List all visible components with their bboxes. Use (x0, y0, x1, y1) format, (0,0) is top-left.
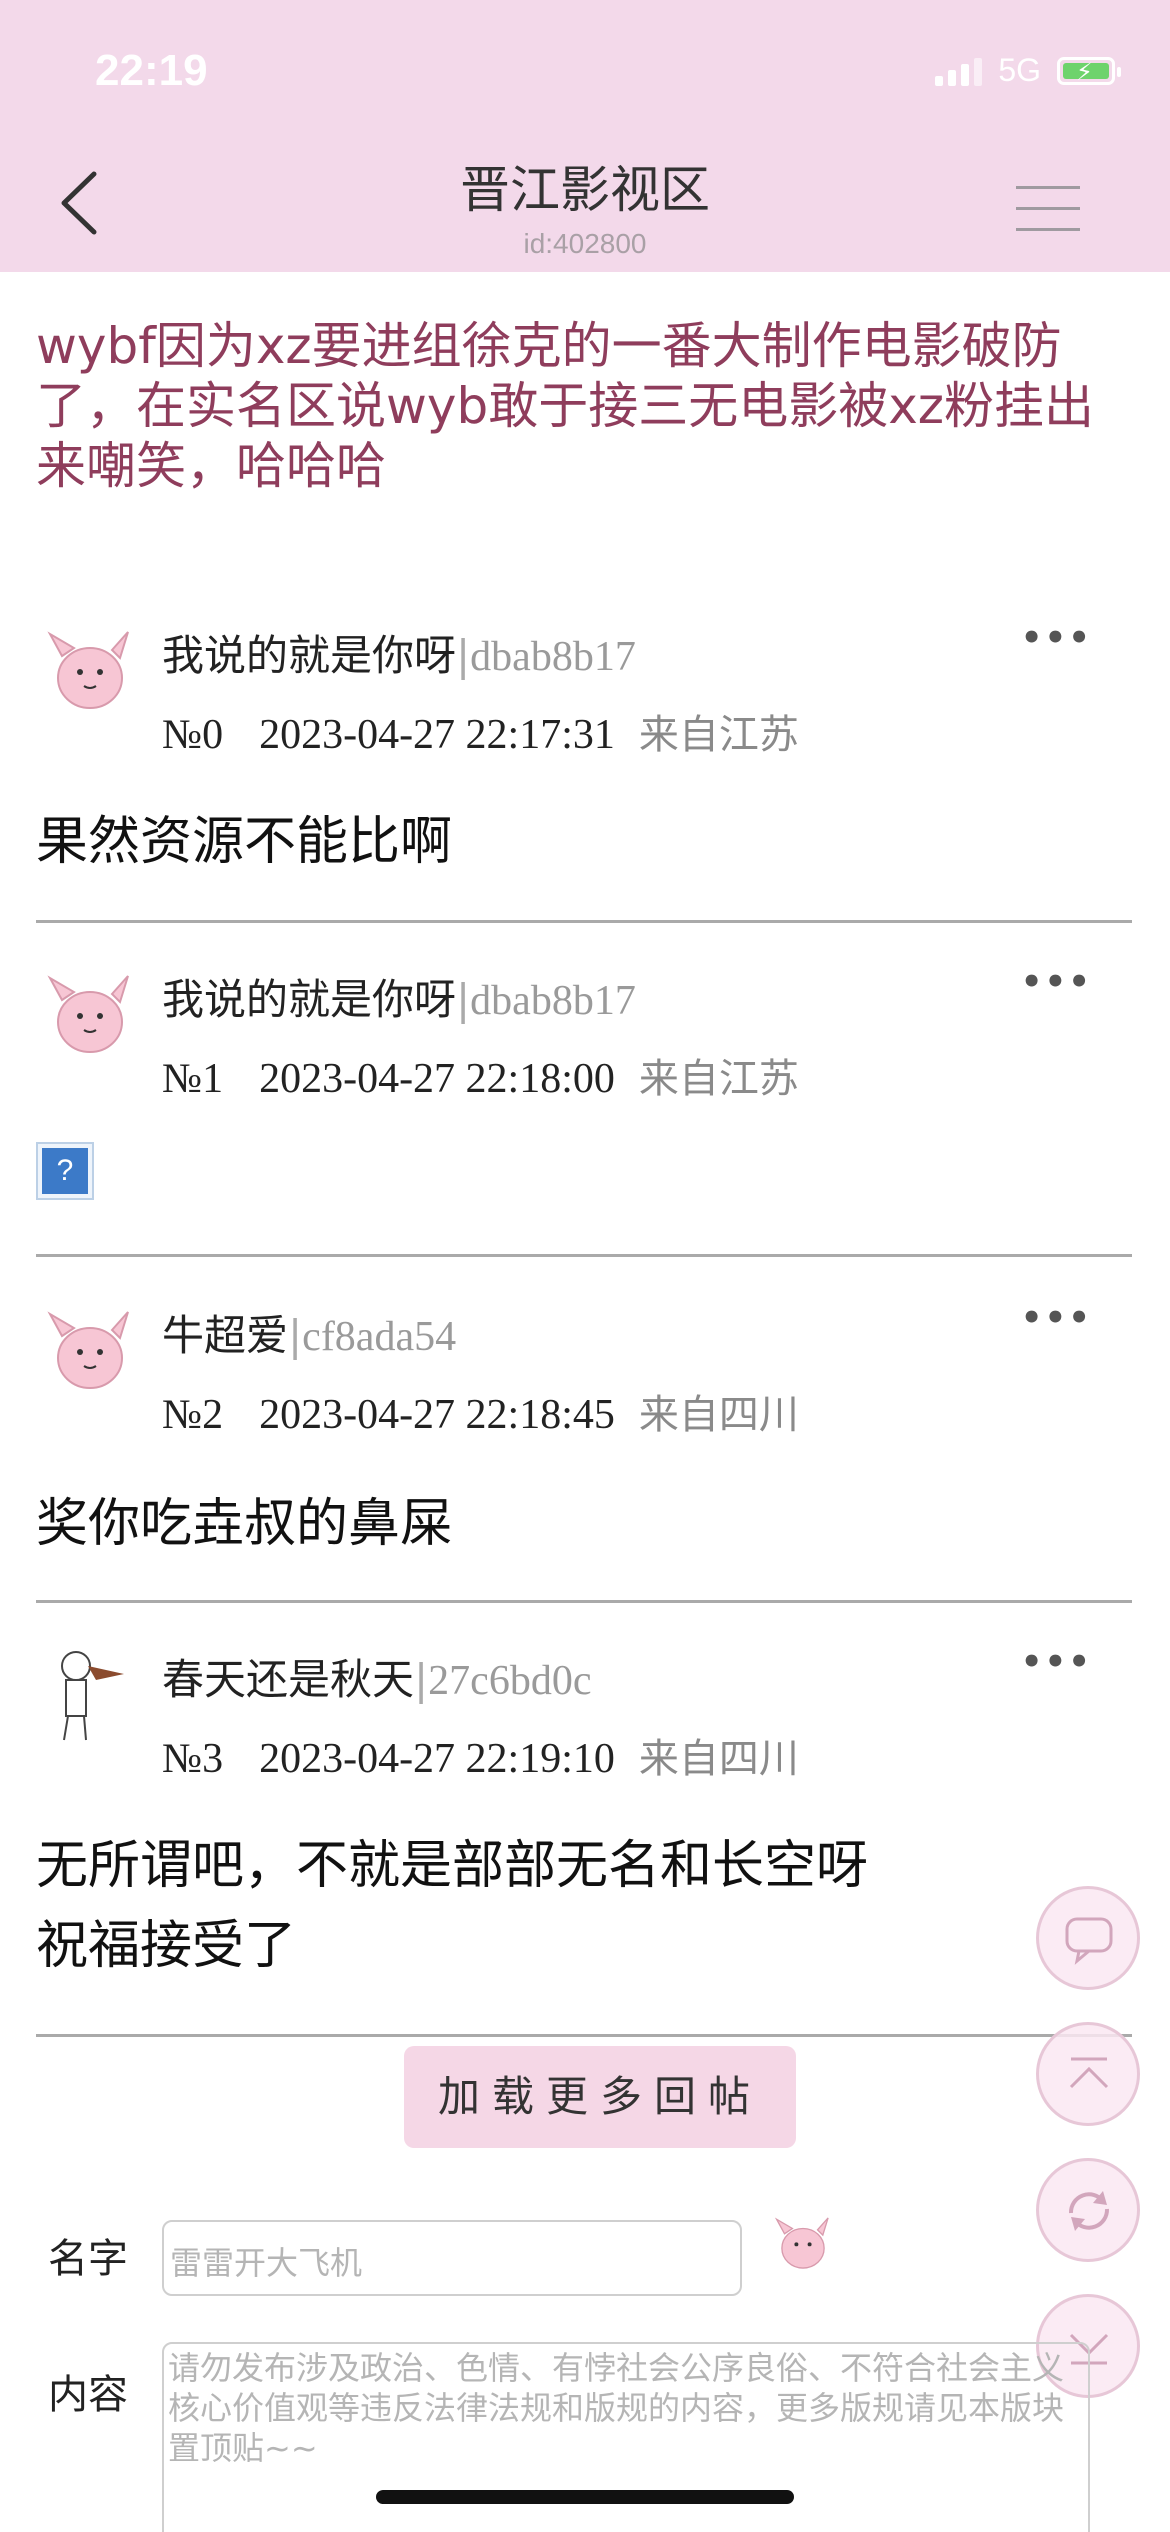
hamburger-menu-icon[interactable] (1016, 186, 1080, 234)
post-content: 奖你吃垚叔的鼻屎 (36, 1494, 453, 1554)
post-meta: №2 2023-04-27 22:18:45 来自四川 (162, 1392, 799, 1438)
name-input[interactable]: 雷雷开大飞机 (162, 2220, 742, 2296)
divider (36, 1600, 1132, 1603)
more-options-icon[interactable]: ••• (1021, 1642, 1092, 1682)
home-indicator[interactable] (376, 2490, 794, 2504)
status-time: 22:19 (95, 46, 208, 95)
post-content: 无所谓吧，不就是部部无名和长空呀 (36, 1836, 869, 1896)
signal-icon (935, 56, 983, 86)
broken-image-icon[interactable]: ? (36, 1142, 94, 1200)
board-id: id:402800 (523, 228, 647, 259)
thread-title: wybf因为xz要进组徐克的一番大制作电影破防了，在实名区说wyb敢于接三无电影… (36, 317, 1095, 495)
post-meta: №3 2023-04-27 22:19:10 来自四川 (162, 1736, 799, 1782)
post-author: 牛超爱|cf8ada54 (162, 1311, 457, 1360)
post-meta: №1 2023-04-27 22:18:00 来自江苏 (162, 1056, 799, 1102)
divider (36, 1254, 1132, 1257)
content-label: 内容 (48, 2372, 128, 2418)
battery-icon: ⚡ (1057, 56, 1121, 86)
refresh-icon[interactable] (1036, 2158, 1140, 2262)
more-options-icon[interactable]: ••• (1021, 962, 1092, 1002)
app-header: 22:19 5G ⚡ 晋江影视区 id:402800 (0, 0, 1170, 272)
divider (36, 920, 1132, 923)
avatar[interactable] (40, 1644, 140, 1744)
post-content-line-2: 祝福接受了 (36, 1916, 297, 1976)
avatar[interactable] (40, 620, 140, 720)
post-author: 春天还是秋天|27c6bd0c (162, 1655, 592, 1704)
more-options-icon[interactable]: ••• (1021, 618, 1092, 658)
post-author: 我说的就是你呀|dbab8b17 (162, 975, 636, 1024)
load-more-button[interactable]: 加载更多回帖 (404, 2046, 796, 2148)
comment-bubble-icon[interactable] (1036, 1886, 1140, 1990)
status-indicators: 5G ⚡ (935, 52, 1121, 89)
avatar[interactable] (40, 1300, 140, 1400)
name-label: 名字 (48, 2236, 128, 2282)
divider (36, 2034, 1132, 2037)
post-author: 我说的就是你呀|dbab8b17 (162, 631, 636, 680)
avatar[interactable] (40, 964, 140, 1064)
post-content: 果然资源不能比啊 (36, 812, 453, 872)
scroll-top-icon[interactable] (1036, 2022, 1140, 2126)
page-title: 晋江影视区 (460, 161, 710, 219)
network-type: 5G (998, 52, 1041, 88)
post-meta: №0 2023-04-27 22:17:31 来自江苏 (162, 712, 799, 758)
more-options-icon[interactable]: ••• (1021, 1298, 1092, 1338)
avatar[interactable] (770, 2210, 836, 2276)
